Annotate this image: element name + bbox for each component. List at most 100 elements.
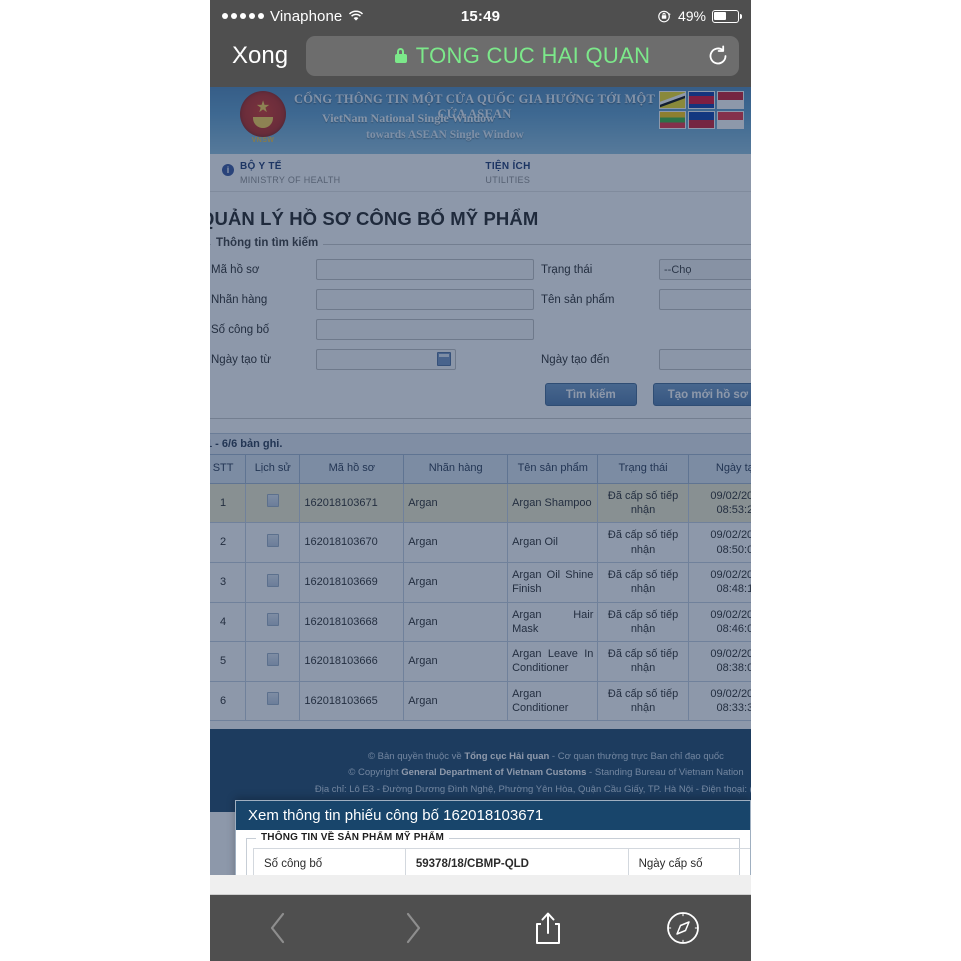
cell-history[interactable] (245, 522, 301, 563)
calendar-icon[interactable] (437, 352, 451, 366)
banner-subline-en: towards ASEAN Single Window (366, 129, 524, 141)
cell-trang-thai: Đã cấp số tiếp nhận (597, 641, 689, 682)
cell-ten-san-pham: Argan Oil Shine Finish (507, 561, 599, 603)
table-row[interactable]: 6 162018103665 Argan Argan Conditioner Đ… (210, 680, 751, 722)
toolbar-gap (210, 875, 751, 895)
cell-ma-ho-so[interactable]: 162018103666 (299, 641, 405, 682)
lock-icon (394, 48, 407, 63)
battery-percent-label: 49% (677, 8, 706, 24)
cell-ten-san-pham: Argan Hair Mask (507, 601, 599, 643)
cell-ngay-tao: 09/02/2018 08:50:09 (687, 522, 751, 563)
singapore-flag (717, 111, 744, 129)
cell-ngay-tao: 09/02/2018 08:38:07 (687, 641, 751, 682)
page-title: QUẢN LÝ HỒ SƠ CÔNG BỐ MỸ PHẨM (210, 208, 539, 229)
cell-ngay-tao: 09/02/2018 08:48:16 (687, 561, 751, 603)
column-header-stt[interactable]: STT (210, 454, 247, 484)
history-icon[interactable] (266, 573, 279, 587)
column-header-ngay-tao[interactable]: Ngày tạo (687, 454, 751, 484)
cell-ma-ho-so[interactable]: 162018103665 (299, 680, 405, 722)
cell-history[interactable] (245, 680, 301, 722)
cell-ma-ho-so[interactable]: 162018103669 (299, 561, 405, 603)
url-label: TONG CUC HAI QUAN (415, 42, 651, 68)
forward-button[interactable] (345, 911, 480, 945)
product-info-legend: THÔNG TIN VỀ SẢN PHẨM MỸ PHẨM (256, 832, 450, 843)
input-nhan-hang[interactable] (316, 289, 534, 310)
cell-ma-ho-so[interactable]: 162018103671 (299, 482, 405, 524)
phone-viewport: Vinaphone 15:49 49% Xong TONG CUC HAI QU… (210, 0, 751, 961)
select-trang-thai[interactable]: --Chọ (659, 259, 751, 280)
column-header-ma-ho-so[interactable]: Mã hồ sơ (299, 454, 405, 484)
chevron-right-icon (406, 912, 420, 944)
column-header-trang-thai[interactable]: Trạng thái (597, 454, 689, 484)
table-row[interactable]: 5 162018103666 Argan Argan Leave In Cond… (210, 641, 751, 682)
input-so-cong-bo[interactable] (316, 319, 534, 340)
form-cell: Trạng thái --Chọ (541, 259, 751, 280)
cell-nhan-hang: Argan (403, 482, 509, 524)
results-table: STT Lịch sử Mã hồ sơ Nhãn hàng Tên sản p… (210, 454, 751, 722)
history-icon[interactable] (266, 692, 279, 706)
menu-item-label-vi: TIỆN ÍCH (485, 160, 531, 172)
history-icon[interactable] (266, 494, 279, 508)
cell-history[interactable] (245, 561, 301, 603)
column-header-nhan-hang[interactable]: Nhãn hàng (403, 454, 509, 484)
form-row: Mã hồ sơ Trạng thái --Chọ (211, 259, 751, 280)
carrier-label: Vinaphone (270, 7, 343, 25)
input-ten-san-pham[interactable] (659, 289, 751, 310)
form-cell: Ngày tạo từ (211, 349, 541, 370)
input-ma-ho-so[interactable] (316, 259, 534, 280)
site-menu-strip: i BỘ Y TẾ MINISTRY OF HEALTH TIỆN ÍCH UT… (210, 154, 751, 192)
input-ngay-tao-den[interactable] (659, 349, 751, 370)
footer-line-2: © Copyright General Department of Vietna… (210, 765, 751, 781)
cell-nhan-hang: Argan (403, 641, 509, 682)
address-bar[interactable]: TONG CUC HAI QUAN (306, 35, 739, 76)
table-row[interactable]: 2 162018103670 Argan Argan Oil Đã cấp số… (210, 522, 751, 563)
cell-stt: 1 (210, 482, 247, 524)
search-button[interactable]: Tìm kiếm (544, 383, 637, 406)
reload-icon[interactable] (707, 45, 729, 67)
footer-line-1: © Bản quyền thuộc về Tổng cục Hải quan -… (210, 749, 751, 765)
form-cell: Mã hồ sơ (211, 259, 541, 280)
cell-history[interactable] (245, 641, 301, 682)
web-content-area: ★ VNSW CỔNG THÔNG TIN MỘT CỬA QUỐC GIA H… (210, 87, 751, 895)
cell-history[interactable] (245, 601, 301, 643)
history-icon[interactable] (266, 652, 279, 666)
indonesia-flag (717, 91, 744, 109)
menu-item-ministry-of-health[interactable]: i BỘ Y TẾ MINISTRY OF HEALTH (222, 161, 340, 185)
footer-copyright-vi-suffix: - Cơ quan thường trực Ban chỉ đạo quốc (549, 751, 724, 763)
battery-icon (712, 9, 742, 23)
back-button[interactable] (210, 911, 345, 945)
create-record-button[interactable]: Tạo mới hồ sơ (652, 383, 751, 406)
column-header-ten-san-pham[interactable]: Tên sản phẩm (507, 454, 599, 484)
cell-trang-thai: Đã cấp số tiếp nhận (597, 522, 689, 563)
cell-nhan-hang: Argan (403, 680, 509, 722)
history-icon[interactable] (266, 533, 279, 547)
done-button[interactable]: Xong (222, 42, 296, 70)
cell-ma-ho-so[interactable]: 162018103668 (299, 601, 405, 643)
table-row[interactable]: 4 162018103668 Argan Argan Hair Mask Đã … (210, 601, 751, 643)
input-ngay-tao-tu[interactable] (316, 349, 456, 370)
table-row[interactable]: 1 162018103671 Argan Argan Shampoo Đã cấ… (210, 482, 751, 524)
menu-item-utilities[interactable]: TIỆN ÍCH UTILITIES (485, 161, 530, 185)
cell-stt: 5 (210, 641, 247, 682)
cell-stt: 4 (210, 601, 247, 643)
cell-nhan-hang: Argan (403, 601, 509, 643)
label-ngay-tao-tu: Ngày tạo từ (211, 353, 272, 366)
column-header-lich-su[interactable]: Lịch sử (245, 454, 301, 484)
history-icon[interactable] (266, 613, 279, 627)
myanmar-flag (659, 111, 686, 129)
form-cell: Nhãn hàng (211, 289, 541, 310)
safari-button[interactable] (616, 911, 751, 945)
form-cell: Tên sản phẩm (541, 289, 751, 310)
table-row[interactable]: 3 162018103669 Argan Argan Oil Shine Fin… (210, 561, 751, 603)
web-page: ★ VNSW CỔNG THÔNG TIN MỘT CỬA QUỐC GIA H… (210, 87, 751, 812)
cell-ngay-tao: 09/02/2018 08:53:20 (687, 482, 751, 524)
vnsw-label: VNSW (251, 137, 275, 144)
label-trang-thai: Trạng thái (541, 263, 593, 276)
share-button[interactable] (481, 911, 616, 945)
cell-nhan-hang: Argan (403, 522, 509, 563)
cell-ma-ho-so[interactable]: 162018103670 (299, 522, 405, 563)
asean-flags (659, 91, 749, 129)
cell-history[interactable] (245, 482, 301, 524)
cell-trang-thai: Đã cấp số tiếp nhận (597, 561, 689, 603)
cell-stt: 3 (210, 561, 247, 603)
